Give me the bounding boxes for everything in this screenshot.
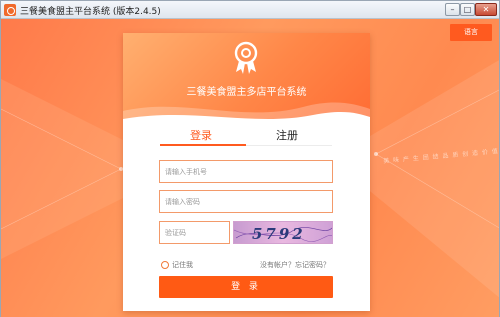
tab-login[interactable]: 登录 xyxy=(190,127,212,143)
app-logo-icon xyxy=(4,4,16,16)
active-tab-indicator xyxy=(160,144,246,146)
forgot-password-link[interactable]: 忘记密码？ xyxy=(295,260,330,270)
card-title: 三餐美食盟主多店平台系统 xyxy=(186,87,307,98)
language-button[interactable]: 语言 xyxy=(450,24,492,41)
captcha-image[interactable]: 5792 xyxy=(233,221,333,244)
phone-input[interactable] xyxy=(159,160,333,183)
remember-me-radio[interactable] xyxy=(161,261,169,269)
app-window: 三餐美食盟主平台系统 (版本2.4.5) – □ ✕ 语言 美 味 产 生 团 … xyxy=(0,0,500,317)
verification-code-input[interactable] xyxy=(159,221,230,244)
minimize-button[interactable]: – xyxy=(445,3,460,16)
login-card: 三餐美食盟主多店平台系统 登录 注册 5792 记住我 没有帐户？ 忘记密码？ … xyxy=(123,33,370,311)
close-button[interactable]: ✕ xyxy=(475,3,497,16)
award-badge-icon xyxy=(234,41,258,74)
captcha-graphic: 5792 xyxy=(234,225,332,243)
window-title: 三餐美食盟主平台系统 (版本2.4.5) xyxy=(20,7,161,17)
login-button[interactable]: 登 录 xyxy=(159,276,333,298)
maximize-button[interactable]: □ xyxy=(460,3,475,16)
captcha-text: 5792 xyxy=(252,225,306,243)
password-input[interactable] xyxy=(159,190,333,213)
tab-divider xyxy=(246,145,332,146)
title-bar: 三餐美食盟主平台系统 (版本2.4.5) – □ ✕ xyxy=(1,1,499,19)
tab-register[interactable]: 注册 xyxy=(276,127,298,143)
no-account-link[interactable]: 没有帐户？ xyxy=(260,260,295,270)
card-header: 三餐美食盟主多店平台系统 xyxy=(123,33,370,125)
remember-me-label[interactable]: 记住我 xyxy=(172,260,193,270)
